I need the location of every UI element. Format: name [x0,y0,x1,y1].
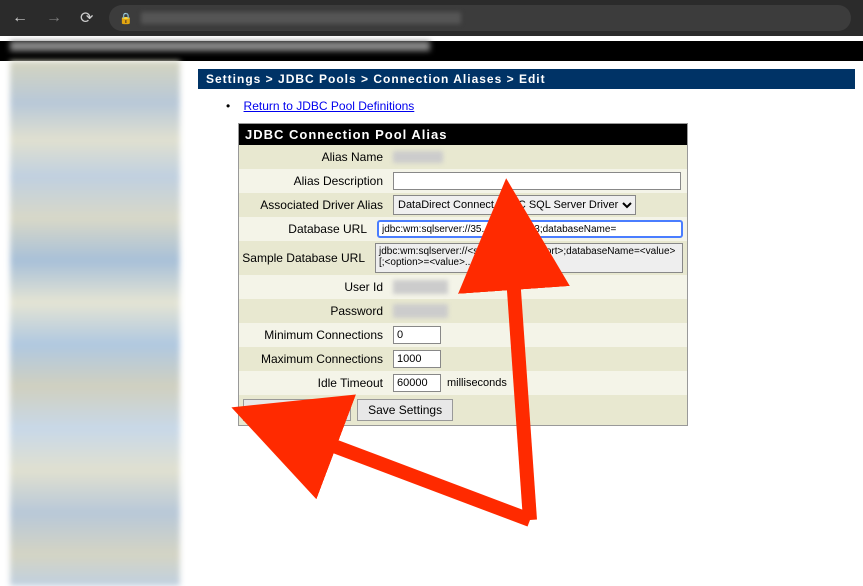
label-alias-name: Alias Name [239,147,389,167]
back-icon[interactable]: ← [12,9,28,27]
button-row: Test Connection Save Settings [239,395,687,425]
user-id-redacted [393,280,448,294]
label-min-conn: Minimum Connections [239,325,389,345]
label-sample-url: Sample Database URL [239,248,371,268]
label-user-id: User Id [239,277,389,297]
sidebar [0,61,190,586]
save-settings-button[interactable]: Save Settings [357,399,453,421]
sample-url-textarea: jdbc:wm:sqlserver://<server>:<1433|port>… [375,243,683,273]
main-content: Settings > JDBC Pools > Connection Alias… [190,61,863,586]
lock-icon: 🔒 [119,12,133,25]
return-link-wrap: Return to JDBC Pool Definitions [226,99,855,113]
label-password: Password [239,301,389,321]
sidebar-redacted [10,61,180,586]
label-alias-desc: Alias Description [239,171,389,191]
idle-timeout-input[interactable] [393,374,441,392]
alias-name-redacted [393,151,443,163]
return-link[interactable]: Return to JDBC Pool Definitions [244,99,415,113]
browser-toolbar: ← → ⟳ 🔒 [0,0,863,36]
label-db-url: Database URL [239,219,373,239]
password-redacted [393,304,448,318]
driver-alias-select[interactable]: DataDirect Connect JDBC SQL Server Drive… [393,195,636,215]
forward-icon[interactable]: → [46,9,62,27]
max-connections-input[interactable] [393,350,441,368]
header-redacted [10,41,430,51]
database-url-input[interactable] [377,220,683,238]
alias-description-input[interactable] [393,172,681,190]
label-driver-alias: Associated Driver Alias [239,195,389,215]
reload-icon[interactable]: ⟳ [80,8,93,28]
label-max-conn: Maximum Connections [239,349,389,369]
panel-title: JDBC Connection Pool Alias [239,124,687,145]
breadcrumb: Settings > JDBC Pools > Connection Alias… [198,69,855,89]
url-text-redacted [141,12,461,24]
idle-timeout-unit: milliseconds [447,377,507,389]
label-idle-timeout: Idle Timeout [239,373,389,393]
form-panel: JDBC Connection Pool Alias Alias Name Al… [238,123,688,426]
app-header [0,41,863,61]
test-connection-button[interactable]: Test Connection [243,399,351,421]
min-connections-input[interactable] [393,326,441,344]
url-bar[interactable]: 🔒 [109,5,851,31]
